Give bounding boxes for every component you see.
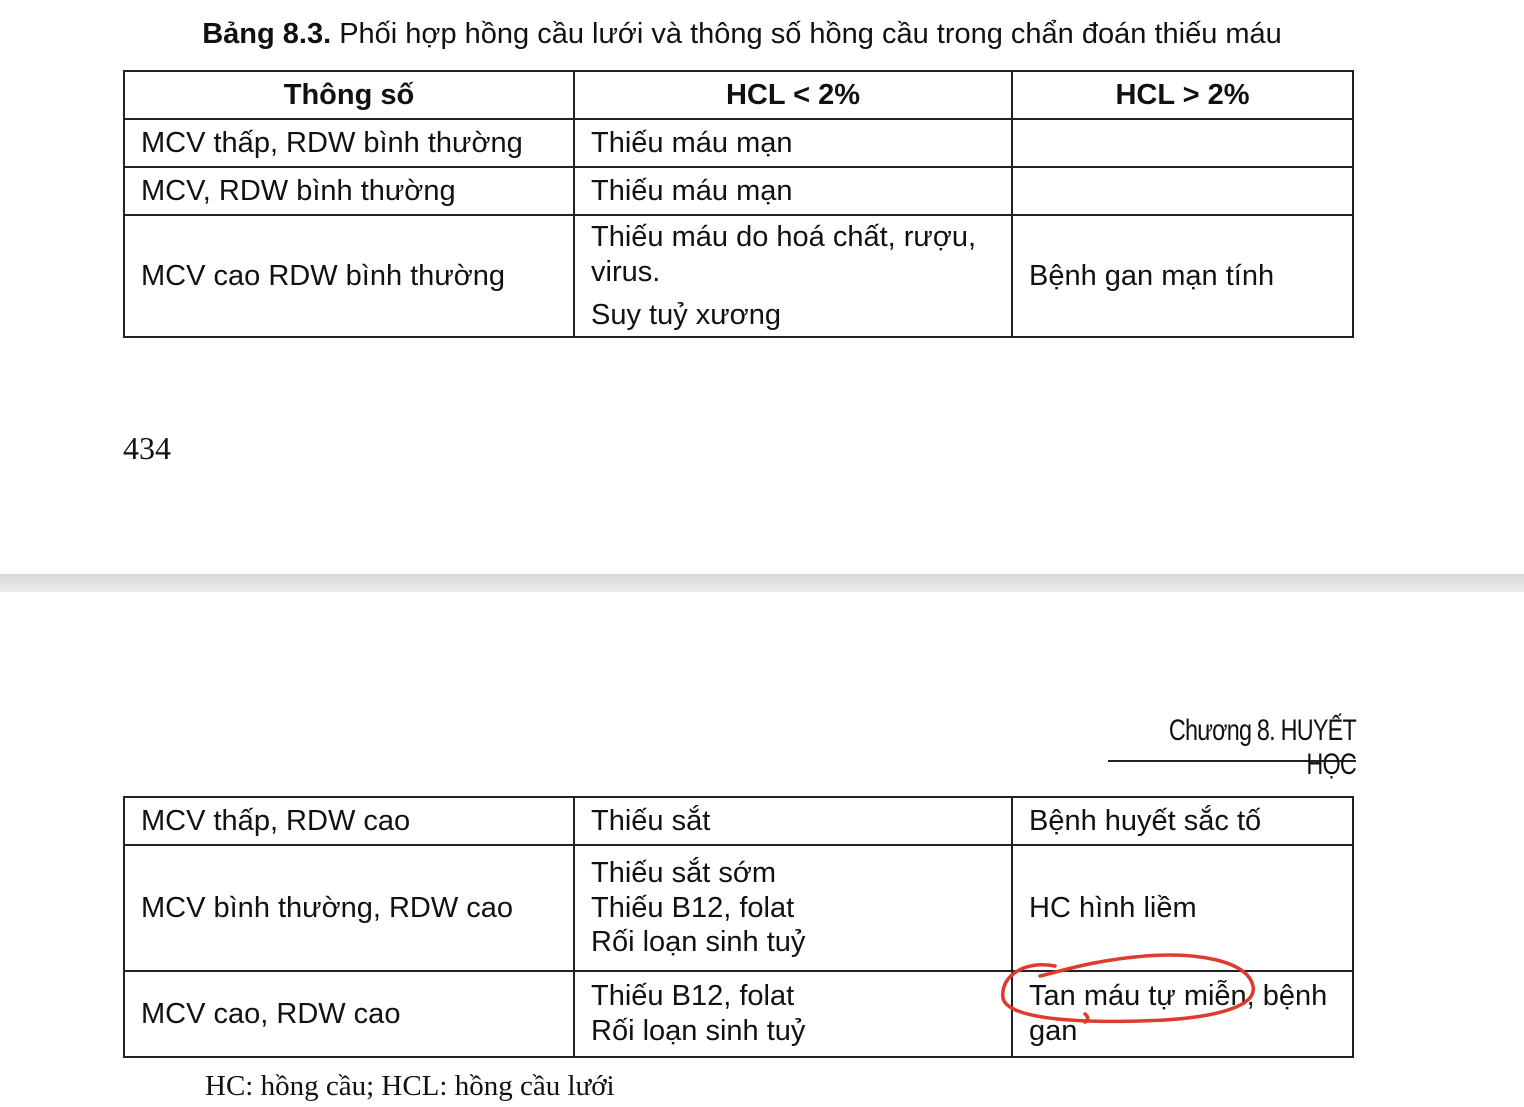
table-row: MCV thấp, RDW bình thường Thiếu máu mạn <box>123 118 1354 168</box>
table-header-row: Thông số HCL < 2% HCL > 2% <box>123 70 1354 120</box>
high-cell: Bệnh gan mạn tính <box>1011 213 1354 339</box>
param-cell: MCV bình thường, RDW cao <box>123 844 575 972</box>
param-cell: MCV cao, RDW cao <box>123 970 575 1058</box>
cell-line: HC hình liềm <box>1029 891 1197 924</box>
table-row: MCV thấp, RDW cao Thiếu sắt Bệnh huyết s… <box>123 796 1354 846</box>
param-cell: MCV thấp, RDW bình thường <box>123 118 575 168</box>
chapter-title: Chương 8. HUYẾT HỌC <box>1168 714 1357 781</box>
header-cell: HCL > 2% <box>1011 70 1354 120</box>
table-row: MCV, RDW bình thường Thiếu máu mạn <box>123 166 1354 216</box>
param-cell: MCV thấp, RDW cao <box>123 796 575 846</box>
cell-line: Thiếu máu mạn <box>591 174 793 207</box>
cell-line: Thiếu sắt sớm <box>591 856 777 889</box>
table-row: MCV bình thường, RDW cao Thiếu sắt sớm T… <box>123 844 1354 972</box>
low-cell: Thiếu máu mạn <box>573 118 1013 168</box>
cell-line: Rối loạn sinh tuỷ <box>591 1015 806 1047</box>
high-cell <box>1011 166 1354 216</box>
low-cell: Thiếu máu do hoá chất, rượu, virus. Suy … <box>573 213 1013 339</box>
table-row: MCV cao RDW bình thường Thiếu máu do hoá… <box>123 213 1354 339</box>
page-separator <box>0 574 1524 592</box>
low-cell: Thiếu sắt sớm Thiếu B12, folat Rối loạn … <box>573 844 1013 972</box>
chapter-header: Chương 8. HUYẾT HỌC <box>1108 714 1357 781</box>
page-number: 434 <box>123 430 171 466</box>
high-cell: Tan máu tự miễn, bệnh gan <box>1011 970 1354 1058</box>
cell-line: virus. <box>591 255 661 288</box>
cell-line: Rối loạn sinh tuỷ <box>591 926 806 959</box>
cell-line: Thiếu máu mạn <box>591 126 793 159</box>
low-cell: Thiếu sắt <box>573 796 1013 846</box>
high-cell: Bệnh huyết sắc tố <box>1011 796 1354 846</box>
cell-line: Thiếu B12, folat <box>591 980 795 1013</box>
cell-line: Suy tuỷ xương <box>591 298 781 331</box>
cell-line: Bệnh huyết sắc tố <box>1029 804 1262 837</box>
table-row: MCV cao, RDW cao Thiếu B12, folat Rối lo… <box>123 970 1354 1058</box>
cell-line: Thiếu B12, folat <box>591 891 795 924</box>
table-bottom: MCV thấp, RDW cao Thiếu sắt Bệnh huyết s… <box>123 796 1354 1058</box>
param-cell: MCV, RDW bình thường <box>123 166 575 216</box>
table-caption: Bảng 8.3. Phối hợp hồng cầu lưới và thôn… <box>0 18 1484 51</box>
cell-line: Tan máu tự miễn, bệnh <box>1029 980 1328 1013</box>
high-cell <box>1011 118 1354 168</box>
high-cell: HC hình liềm <box>1011 844 1354 972</box>
header-cell: Thông số <box>123 70 575 120</box>
caption-label: Bảng 8.3. <box>202 18 332 50</box>
header-cell: HCL < 2% <box>573 70 1013 120</box>
low-cell: Thiếu máu mạn <box>573 166 1013 216</box>
low-cell: Thiếu B12, folat Rối loạn sinh tuỷ <box>573 970 1013 1058</box>
table-top: Thông số HCL < 2% HCL > 2% MCV thấp, RDW… <box>123 70 1354 339</box>
cell-line: Thiếu máu do hoá chất, rượu, <box>591 221 977 253</box>
cell-line: gan <box>1029 1015 1078 1047</box>
footnote: HC: hồng cầu; HCL: hồng cầu lưới <box>205 1070 615 1102</box>
cell-line: Thiếu sắt <box>591 804 711 837</box>
param-cell: MCV cao RDW bình thường <box>123 213 575 339</box>
caption-text: Phối hợp hồng cầu lưới và thông số hồng … <box>331 18 1282 50</box>
